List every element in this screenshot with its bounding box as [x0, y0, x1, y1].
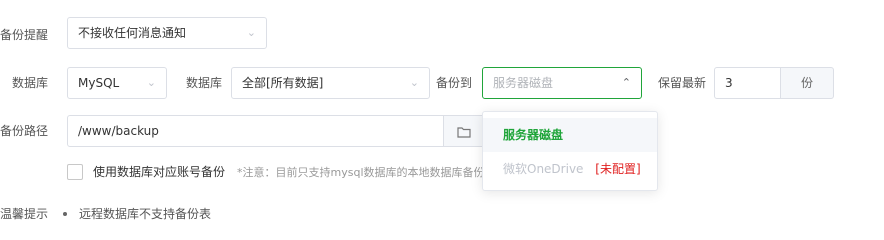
- option-tag: [未配置]: [595, 162, 641, 176]
- backup-path-label: 备份路径: [0, 124, 49, 138]
- backup-to-label: 备份到: [436, 76, 473, 90]
- db-type-select[interactable]: MySQL ⌄: [67, 67, 167, 99]
- option-label: 微软OneDrive: [503, 162, 584, 176]
- use-account-note: *注意：目前只支持mysql数据库的本地数据库备份: [237, 166, 485, 179]
- chevron-up-icon: ⌃: [621, 76, 631, 89]
- database-label: 数据库: [186, 76, 223, 90]
- backup-notify-label: 备份提醒: [0, 28, 49, 42]
- database-value: 全部[所有数据]: [242, 76, 324, 90]
- backup-to-dropdown: 服务器磁盘 微软OneDrive [未配置]: [482, 111, 658, 191]
- dropdown-option-onedrive[interactable]: 微软OneDrive [未配置]: [483, 152, 657, 186]
- backup-path-input[interactable]: /www/backup: [67, 115, 445, 147]
- retain-unit: 份: [780, 67, 834, 99]
- use-account-checkbox[interactable]: [67, 164, 83, 180]
- backup-path-value: /www/backup: [78, 124, 159, 138]
- db-type-label: 数据库: [12, 76, 49, 90]
- backup-to-select[interactable]: 服务器磁盘 ⌃: [482, 67, 642, 99]
- bullet-icon: [63, 212, 67, 216]
- chevron-down-icon: ⌄: [146, 76, 156, 89]
- dropdown-option-server-disk[interactable]: 服务器磁盘: [483, 118, 657, 152]
- folder-icon: [457, 126, 471, 138]
- db-type-value: MySQL: [78, 76, 120, 90]
- backup-to-placeholder: 服务器磁盘: [493, 76, 554, 90]
- folder-button[interactable]: [443, 115, 485, 147]
- database-select[interactable]: 全部[所有数据] ⌄: [231, 67, 430, 99]
- chevron-down-icon: ⌄: [246, 26, 256, 39]
- retain-label: 保留最新: [658, 76, 707, 90]
- tip-label: 温馨提示: [0, 207, 49, 221]
- option-label: 服务器磁盘: [503, 128, 564, 142]
- backup-notify-value: 不接收任何消息通知: [78, 26, 187, 40]
- tip-item: 远程数据库不支持备份表: [79, 207, 212, 221]
- retain-value: 3: [725, 76, 733, 90]
- chevron-down-icon: ⌄: [409, 76, 419, 89]
- retain-unit-label: 份: [800, 76, 813, 90]
- backup-notify-select[interactable]: 不接收任何消息通知 ⌄: [67, 17, 267, 49]
- use-account-label[interactable]: 使用数据库对应账号备份: [93, 164, 225, 180]
- retain-input[interactable]: 3: [714, 67, 781, 99]
